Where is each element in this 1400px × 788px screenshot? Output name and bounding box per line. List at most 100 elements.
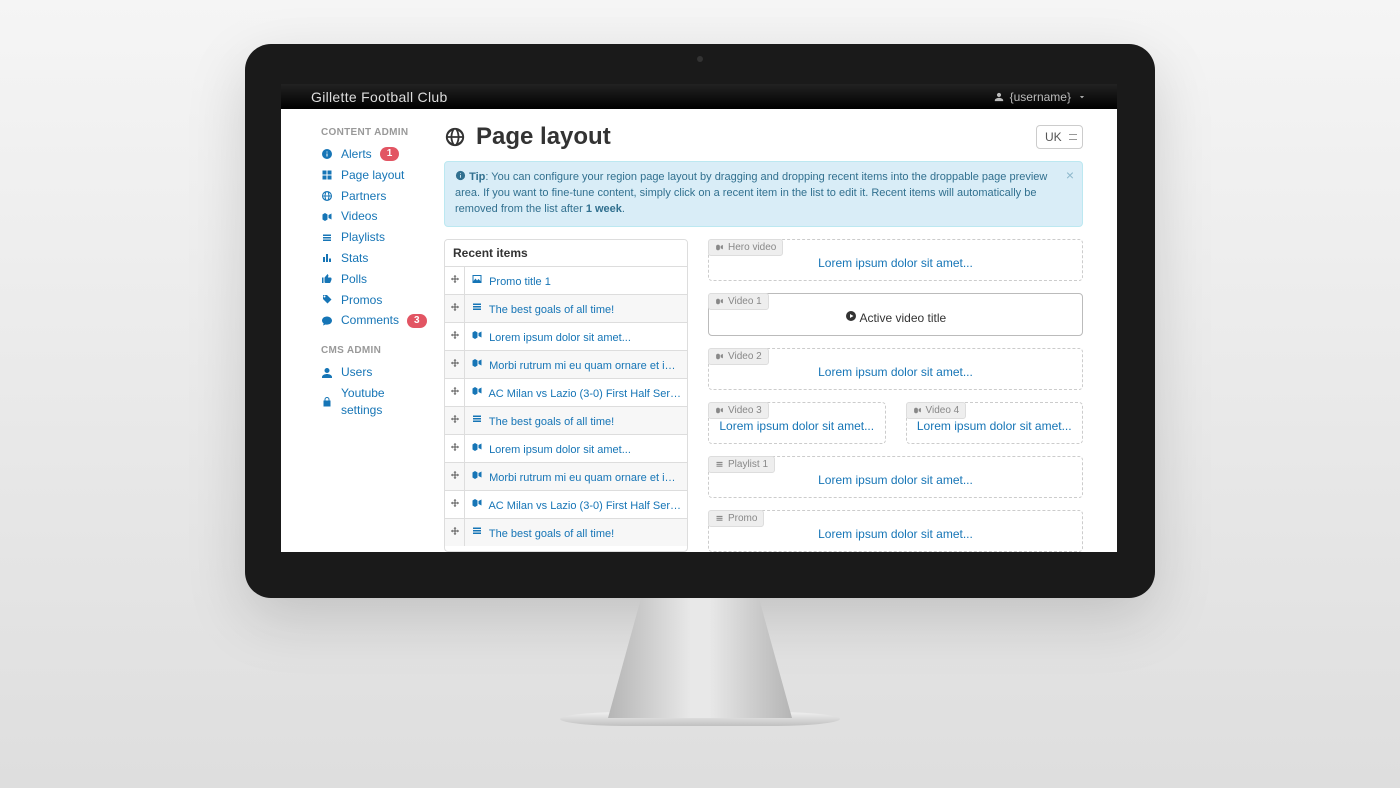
globe-icon — [444, 126, 466, 148]
type-icon — [471, 500, 483, 512]
camera-dot — [697, 56, 703, 62]
recent-item-link[interactable]: Morbi rutrum mi eu quam ornare et interd… — [465, 463, 687, 490]
move-icon — [449, 442, 461, 454]
drag-handle[interactable] — [445, 295, 465, 322]
video-icon — [715, 352, 724, 361]
sidebar-item-polls[interactable]: Polls — [321, 269, 424, 290]
drag-handle[interactable] — [445, 379, 465, 406]
recent-item[interactable]: The best goals of all time! — [445, 295, 687, 323]
dropzone-tag: Video 3 — [708, 402, 769, 419]
comments-badge: 3 — [407, 314, 427, 328]
globe-icon — [321, 190, 333, 202]
recent-item[interactable]: AC Milan vs Lazio (3-0) First Half Serie… — [445, 379, 687, 407]
tip-close-button[interactable]: × — [1066, 168, 1074, 182]
dropzone-promo[interactable]: Promo Lorem ipsum dolor sit amet... — [708, 510, 1083, 552]
sidebar-item-partners[interactable]: Partners — [321, 186, 424, 207]
recent-item[interactable]: The best goals of all time! — [445, 519, 687, 546]
chart-icon — [321, 252, 333, 264]
dropzone-video3[interactable]: Video 3 Lorem ipsum dolor sit amet... — [708, 402, 886, 444]
sidebar-item-playlists[interactable]: Playlists — [321, 227, 424, 248]
tip-tail: . — [622, 203, 625, 215]
recent-item[interactable]: Lorem ipsum dolor sit amet... — [445, 323, 687, 351]
recent-item[interactable]: The best goals of all time! — [445, 407, 687, 435]
recent-item[interactable]: Lorem ipsum dolor sit amet... — [445, 435, 687, 463]
move-icon — [449, 498, 461, 510]
move-icon — [449, 274, 461, 286]
sidebar-heading-content: CONTENT ADMIN — [321, 127, 424, 138]
recent-item[interactable]: Promo title 1 — [445, 267, 687, 295]
dropzone-tag: Video 2 — [708, 348, 769, 365]
recent-item-link[interactable]: The best goals of all time! — [465, 519, 687, 546]
page-header: Page layout UK — [444, 123, 1083, 151]
dropzone-video2[interactable]: Video 2 Lorem ipsum dolor sit amet... — [708, 348, 1083, 390]
tag-icon — [321, 294, 333, 306]
move-icon — [449, 386, 461, 398]
type-icon — [471, 332, 483, 344]
drag-handle[interactable] — [445, 407, 465, 434]
recent-item-label: AC Milan vs Lazio (3-0) First Half Serie… — [488, 500, 687, 512]
sidebar-item-alerts[interactable]: Alerts 1 — [321, 144, 424, 165]
drag-handle[interactable] — [445, 519, 465, 546]
sidebar-item-pagelayout[interactable]: Page layout — [321, 165, 424, 186]
recent-item[interactable]: Morbi rutrum mi eu quam ornare et interd… — [445, 351, 687, 379]
dropzone-title: Lorem ipsum dolor sit amet... — [818, 527, 973, 541]
region-select-wrap: UK — [1036, 125, 1083, 149]
drag-handle[interactable] — [445, 491, 465, 518]
caret-down-icon — [1077, 92, 1087, 102]
recent-item-link[interactable]: AC Milan vs Lazio (3-0) First Half Serie… — [465, 379, 687, 406]
recent-item-link[interactable]: Promo title 1 — [465, 267, 687, 294]
dropzone-title: Lorem ipsum dolor sit amet... — [818, 473, 973, 487]
tip-body: : You can configure your region page lay… — [455, 171, 1047, 215]
dropzone-video4[interactable]: Video 4 Lorem ipsum dolor sit amet... — [906, 402, 1084, 444]
sidebar-item-stats[interactable]: Stats — [321, 248, 424, 269]
recent-item-link[interactable]: Lorem ipsum dolor sit amet... — [465, 435, 687, 462]
sidebar-item-promos[interactable]: Promos — [321, 290, 424, 311]
type-icon — [471, 472, 483, 484]
play-icon — [845, 313, 857, 325]
dropzone-title: Lorem ipsum dolor sit amet... — [818, 365, 973, 379]
recent-item[interactable]: AC Milan vs Lazio (3-0) First Half Serie… — [445, 491, 687, 519]
recent-item-link[interactable]: Lorem ipsum dolor sit amet... — [465, 323, 687, 350]
recent-item-label: Lorem ipsum dolor sit amet... — [489, 444, 631, 456]
recent-item-link[interactable]: The best goals of all time! — [465, 295, 687, 322]
drag-handle[interactable] — [445, 351, 465, 378]
info-icon — [321, 148, 333, 160]
sidebar-item-comments[interactable]: Comments 3 — [321, 310, 424, 331]
drag-handle[interactable] — [445, 435, 465, 462]
list-icon — [715, 514, 724, 523]
drag-handle[interactable] — [445, 323, 465, 350]
move-icon — [449, 302, 461, 314]
dropzone-grid: Hero video Lorem ipsum dolor sit amet...… — [708, 239, 1083, 552]
region-select[interactable]: UK — [1036, 125, 1083, 149]
drag-handle[interactable] — [445, 267, 465, 294]
sidebar-item-youtube[interactable]: Youtube settings — [321, 383, 424, 421]
dropzone-tag: Video 4 — [906, 402, 967, 419]
type-icon — [471, 304, 483, 316]
sidebar-item-label: Youtube settings — [341, 385, 424, 419]
recent-item-label: Promo title 1 — [489, 276, 551, 288]
user-menu[interactable]: {username} — [994, 90, 1087, 104]
recent-item-label: The best goals of all time! — [489, 416, 614, 428]
sidebar-item-users[interactable]: Users — [321, 362, 424, 383]
recent-item-link[interactable]: Morbi rutrum mi eu quam ornare et interd… — [465, 351, 687, 378]
video-icon — [321, 211, 333, 223]
top-bar: Gillette Football Club {username} — [281, 84, 1117, 109]
recent-items-heading: Recent items — [445, 240, 687, 267]
comment-icon — [321, 315, 333, 327]
video-icon — [715, 406, 724, 415]
sidebar-item-videos[interactable]: Videos — [321, 206, 424, 227]
recent-item[interactable]: Morbi rutrum mi eu quam ornare et interd… — [445, 463, 687, 491]
sidebar-item-label: Page layout — [341, 167, 404, 184]
sidebar-heading-cms: CMS ADMIN — [321, 345, 424, 356]
recent-item-link[interactable]: AC Milan vs Lazio (3-0) First Half Serie… — [465, 491, 687, 518]
recent-item-label: AC Milan vs Lazio (3-0) First Half Serie… — [488, 388, 687, 400]
tip-window: 1 week — [586, 203, 622, 215]
sidebar-item-label: Videos — [341, 208, 377, 225]
type-icon — [471, 528, 483, 540]
dropzone-playlist1[interactable]: Playlist 1 Lorem ipsum dolor sit amet... — [708, 456, 1083, 498]
recent-item-link[interactable]: The best goals of all time! — [465, 407, 687, 434]
drag-handle[interactable] — [445, 463, 465, 490]
move-icon — [449, 470, 461, 482]
dropzone-hero[interactable]: Hero video Lorem ipsum dolor sit amet... — [708, 239, 1083, 281]
dropzone-video1[interactable]: Video 1 Active video title — [708, 293, 1083, 336]
